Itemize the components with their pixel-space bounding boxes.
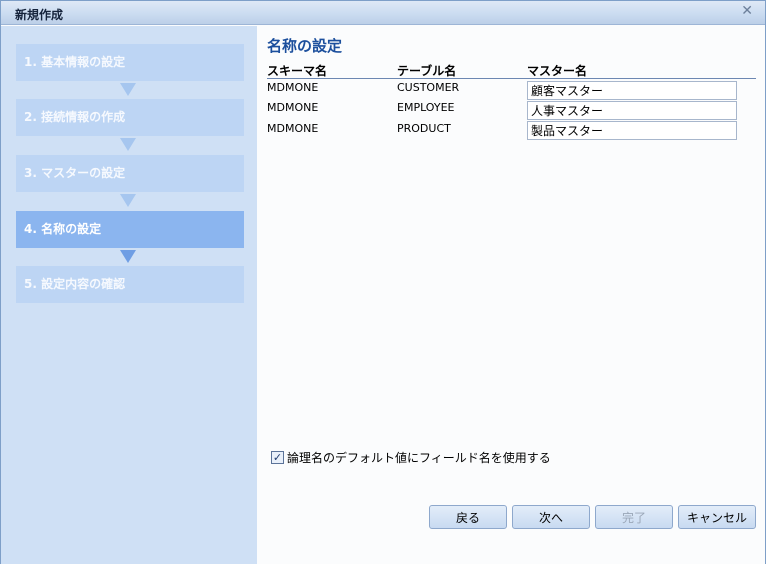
step-arrow-icon bbox=[120, 194, 136, 207]
master-name-input[interactable] bbox=[527, 121, 737, 140]
step-arrow-icon bbox=[120, 250, 136, 263]
back-button[interactable]: 戻る bbox=[429, 505, 507, 529]
table-cell: EMPLOYEE bbox=[397, 101, 455, 114]
column-header-master: マスター名 bbox=[527, 64, 588, 78]
use-field-name-option[interactable]: ✓ 論理名のデフォルト値にフィールド名を使用する bbox=[271, 449, 551, 466]
page-title: 名称の設定 bbox=[267, 37, 343, 55]
step-name-settings[interactable]: 4. 名称の設定 bbox=[16, 211, 244, 248]
finish-button: 完了 bbox=[595, 505, 673, 529]
master-name-input[interactable] bbox=[527, 81, 737, 100]
schema-cell: MDMONE bbox=[267, 122, 319, 135]
next-button[interactable]: 次へ bbox=[512, 505, 590, 529]
table-cell: PRODUCT bbox=[397, 122, 451, 135]
title-bar: 新規作成 ✕ bbox=[1, 1, 765, 25]
schema-cell: MDMONE bbox=[267, 101, 319, 114]
new-creation-dialog: 新規作成 ✕ 1. 基本情報の設定 2. 接続情報の作成 3. マスターの設定 … bbox=[0, 0, 766, 564]
window-title: 新規作成 bbox=[15, 8, 64, 22]
name-settings-panel: 名称の設定 スキーマ名 テーブル名 マスター名 MDMONE CUSTOMER … bbox=[257, 26, 765, 564]
step-connection-info[interactable]: 2. 接続情報の作成 bbox=[16, 99, 244, 136]
step-confirm-settings[interactable]: 5. 設定内容の確認 bbox=[16, 266, 244, 303]
use-field-name-checkbox[interactable]: ✓ bbox=[271, 451, 284, 464]
master-name-input[interactable] bbox=[527, 101, 737, 120]
use-field-name-label: 論理名のデフォルト値にフィールド名を使用する bbox=[287, 451, 551, 465]
step-arrow-icon bbox=[120, 138, 136, 151]
wizard-steps-sidebar: 1. 基本情報の設定 2. 接続情報の作成 3. マスターの設定 4. 名称の設… bbox=[1, 26, 257, 564]
close-icon[interactable]: ✕ bbox=[741, 3, 753, 19]
table-cell: CUSTOMER bbox=[397, 81, 460, 94]
column-header-schema: スキーマ名 bbox=[267, 64, 328, 78]
step-basic-info[interactable]: 1. 基本情報の設定 bbox=[16, 44, 244, 81]
schema-cell: MDMONE bbox=[267, 81, 319, 94]
step-master-settings[interactable]: 3. マスターの設定 bbox=[16, 155, 244, 192]
cancel-button[interactable]: キャンセル bbox=[678, 505, 756, 529]
header-divider bbox=[267, 78, 756, 79]
step-arrow-icon bbox=[120, 83, 136, 96]
column-header-table: テーブル名 bbox=[397, 64, 457, 78]
